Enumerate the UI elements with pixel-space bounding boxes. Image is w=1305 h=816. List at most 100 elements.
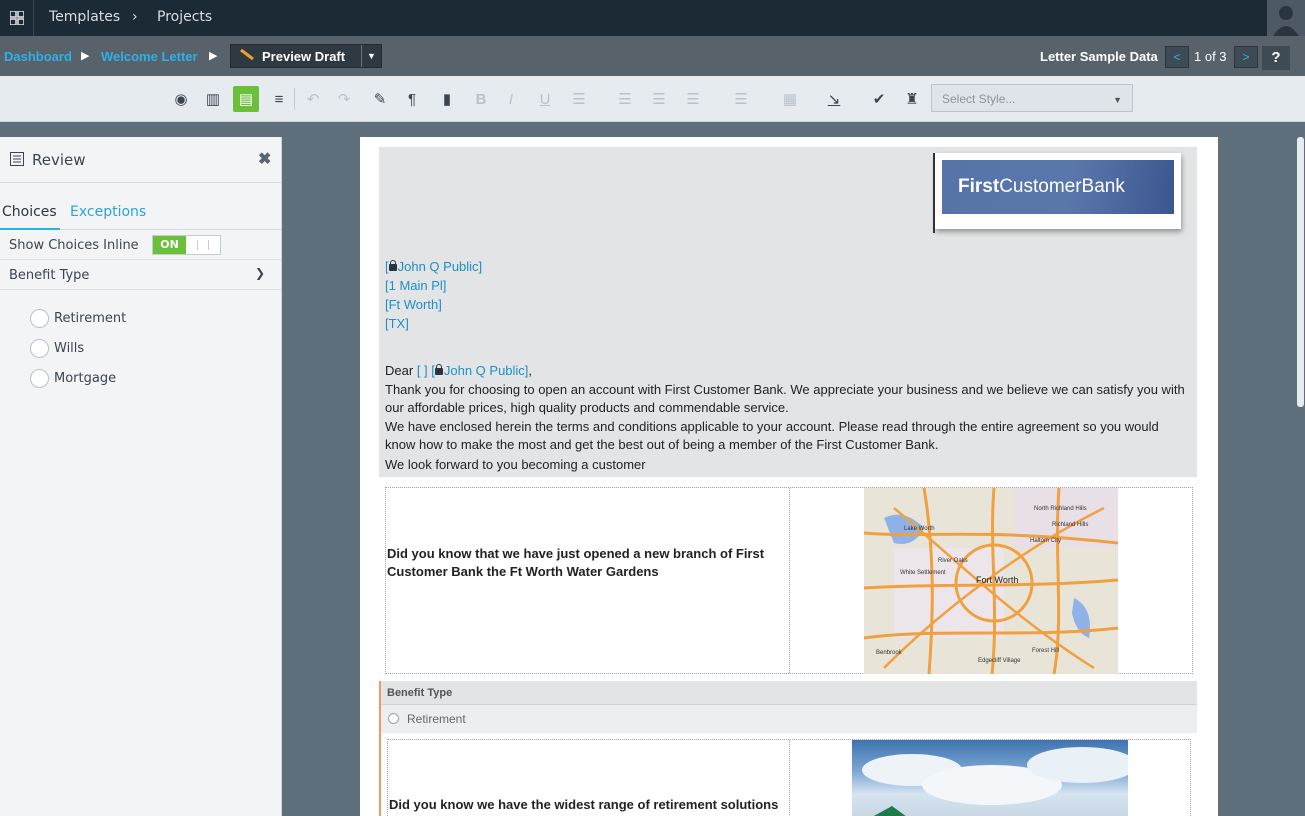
review-tabs: Choices Exceptions [0,183,281,230]
benefit-option-retirement[interactable]: Retirement [381,705,1197,733]
retirement-text: Did you know we have the widest range of… [389,797,779,812]
review-panel: Review ✖ Choices Exceptions Show Choices… [0,137,282,816]
lock-icon [388,260,397,271]
panel-title: Review [32,151,86,169]
insert-icon[interactable]: ↘ [823,88,845,110]
undo-icon[interactable]: ↶ [302,88,324,110]
number-list-icon[interactable]: ☰ [730,88,752,110]
address-city[interactable]: [Ft Worth] [385,297,442,312]
show-inline-label: Show Choices Inline [9,238,139,253]
dear-fields[interactable]: [ ] [ [417,363,435,378]
help-button[interactable]: ? [1262,46,1290,70]
map-label: North Richland Hills [1034,506,1087,512]
triangle-right-icon: ▶ [209,50,218,62]
align-icon[interactable]: ☰ [568,88,590,110]
review-panel-header: Review ✖ [0,137,281,183]
bullet-list-icon[interactable]: ☰ [682,88,704,110]
option-label: Mortgage [54,371,117,386]
address-name: John Q Public] [397,259,483,274]
prev-sample-button[interactable]: < [1165,46,1189,68]
style-select[interactable]: Select Style... ▼ [931,84,1133,112]
redo-icon[interactable]: ↷ [333,88,355,110]
tab-choices[interactable]: Choices [0,204,60,230]
chevron-right-icon: › [132,9,138,25]
underline-icon[interactable]: U [534,88,556,110]
clipboard-icon[interactable]: ▮ [436,88,458,110]
editor-toolbar: ◉ ▥ ▤ ≡ ↶ ↷ ✎ ¶ ▮ B I U ☰ ☰ ☰ ☰ ☰ ▦ ↘ ✔ … [0,76,1305,122]
benefit-type-header: Benefit Type [381,681,1197,705]
tab-exceptions[interactable]: Exceptions [70,204,146,220]
preview-eye-icon[interactable]: ◉ [170,88,192,110]
salutation: Dear [ ] [John Q Public], [385,363,533,378]
benefit-type-section[interactable]: Benefit Type ❯ [0,260,281,290]
indent-right-icon[interactable]: ☰ [648,88,670,110]
draft-label: Preview Draft [262,49,346,64]
spellcheck-icon[interactable]: ✔ [868,88,890,110]
breadcrumb-dashboard[interactable]: Dashboard [4,49,72,64]
map-label: Richland Hills [1052,522,1088,528]
close-icon[interactable]: ✖ [258,149,271,169]
table-icon[interactable]: ▦ [779,88,801,110]
logo-bold: First [958,176,1000,197]
scrollbar-thumb[interactable] [1297,137,1304,407]
indent-left-icon[interactable]: ☰ [614,88,636,110]
preview-draft-dropdown[interactable]: Preview Draft ▼ [230,44,382,68]
caret-down-icon: ▼ [1113,95,1122,105]
show-inline-toggle[interactable]: ON [152,235,221,255]
radio-button[interactable] [30,309,49,328]
promo-text-cell: Did you know that we have just opened a … [386,488,790,673]
edit-icon[interactable]: ✎ [369,88,391,110]
map-label: Haltom City [1030,538,1061,544]
sample-data-label: Letter Sample Data [1040,49,1158,64]
map-label: Forest Hill [1032,648,1059,654]
user-avatar-icon[interactable] [1267,0,1305,36]
branch-promo-table: Did you know that we have just opened a … [385,487,1193,675]
nav-templates[interactable]: Templates [49,9,120,25]
bold-icon[interactable]: B [470,88,492,110]
logo-rest: CustomerBank [999,176,1125,197]
map-label: River Oaks [938,558,968,564]
bank-logo: FirstCustomerBank [933,153,1181,233]
address-name-field[interactable]: [John Q Public] [385,259,482,274]
style-select-placeholder: Select Style... [942,92,1016,106]
map-label: Lake Worth [904,526,935,532]
logo-text: FirstCustomerBank [958,176,1125,198]
caret-down-icon[interactable]: ▼ [361,45,381,67]
review-icon[interactable]: ▤ [233,86,259,112]
map-label: White Settlement [900,570,946,576]
nav-projects[interactable]: Projects [157,9,212,25]
apps-grid-icon[interactable] [0,0,34,36]
database-icon[interactable]: ≡ [268,88,290,110]
chevron-down-icon[interactable]: ❯ [255,266,265,280]
page-indicator: 1 of 3 [1194,49,1227,64]
radio-button[interactable] [30,339,49,358]
show-inline-row: Show Choices Inline ON [0,230,281,260]
breadcrumb-welcome-letter[interactable]: Welcome Letter [101,49,198,64]
address-state[interactable]: [TX] [385,316,409,331]
dear-name[interactable]: John Q Public] [444,363,529,378]
retirement-promo-table: Did you know we have the widest range of… [387,739,1191,816]
logo-banner: FirstCustomerBank [942,160,1174,214]
italic-icon[interactable]: I [500,88,522,110]
address-line[interactable]: [1 Main Pl] [385,278,446,293]
map-label: Fort Worth [976,575,1018,585]
option-label: Retirement [54,311,127,326]
section-label: Benefit Type [9,268,90,283]
binoculars-icon[interactable]: ♜ [901,88,923,110]
radio-button[interactable] [388,713,399,724]
next-sample-button[interactable]: > [1234,46,1258,68]
pencil-icon [239,48,255,65]
body-paragraph-2: We have enclosed herein the terms and co… [385,419,1159,452]
toggle-grip [197,240,209,250]
map-icon[interactable]: ▥ [202,88,224,110]
retirement-text-cell: Did you know we have the widest range of… [388,740,790,816]
lock-icon [434,364,443,375]
separator [294,88,295,110]
benefit-type-block: Benefit Type Retirement Did you know we … [379,681,1197,816]
vertical-scrollbar[interactable] [1296,137,1305,816]
letter-block: FirstCustomerBank [John Q Public] [1 Mai… [379,147,1197,477]
paragraph-icon[interactable]: ¶ [401,88,423,110]
dear-prefix: Dear [385,363,414,378]
option-label: Wills [54,341,85,356]
radio-button[interactable] [30,369,49,388]
